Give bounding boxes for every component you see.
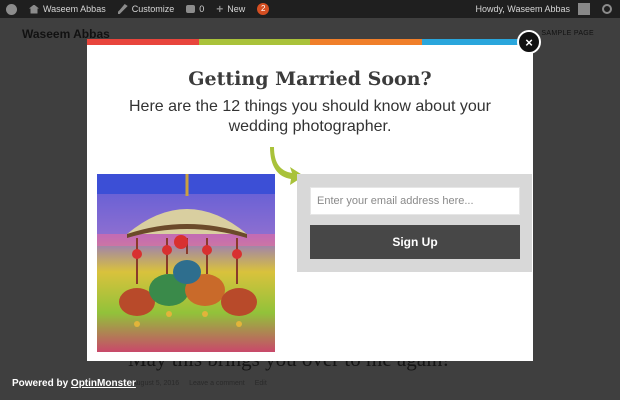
optin-form: Sign Up	[297, 174, 532, 272]
plus-icon: +	[216, 2, 224, 16]
updates-link[interactable]: 2	[251, 0, 275, 18]
wordpress-menu[interactable]	[0, 0, 23, 18]
search-icon[interactable]	[602, 4, 612, 14]
comments-count: 0	[199, 4, 205, 14]
updates-badge: 2	[257, 3, 270, 15]
elephant-hanging-photo	[97, 174, 275, 352]
color-stripe-bar	[87, 39, 533, 45]
home-icon	[29, 4, 39, 14]
site-name-label: Waseem Abbas	[43, 4, 106, 14]
sign-up-button[interactable]: Sign Up	[310, 225, 520, 259]
close-icon[interactable]: ×	[517, 30, 541, 54]
new-label: New	[227, 4, 246, 14]
nav-sample-page[interactable]: SAMPLE PAGE	[541, 30, 594, 37]
account-menu[interactable]: Howdy, Waseem Abbas	[469, 0, 596, 18]
new-content-menu[interactable]: + New	[210, 0, 251, 18]
email-input[interactable]	[310, 187, 520, 215]
stripe-red	[87, 39, 199, 45]
stripe-orange	[310, 39, 422, 45]
wordpress-logo-icon	[6, 3, 17, 15]
powered-by-prefix: Powered by	[12, 378, 69, 389]
customize-label: Customize	[131, 4, 175, 14]
comments-link[interactable]: 0	[180, 0, 210, 18]
popup-subheadline: Here are the 12 things you should know a…	[128, 98, 491, 135]
post-meta: August 5, 2016 Leave a comment Edit	[132, 380, 267, 387]
decoration-image	[97, 174, 275, 352]
powered-by: Powered by OptinMonster	[12, 378, 136, 389]
greeting-label: Howdy, Waseem Abbas	[475, 4, 570, 14]
optin-popup: Getting Married Soon? Here are the 12 th…	[87, 39, 533, 361]
site-name-menu[interactable]: Waseem Abbas	[23, 0, 112, 18]
admin-bar: Waseem Abbas Customize 0 + New 2 Howdy, …	[0, 0, 620, 18]
post-date[interactable]: August 5, 2016	[132, 380, 179, 387]
optinmonster-link[interactable]: OptinMonster	[71, 378, 136, 389]
stripe-green	[198, 39, 310, 45]
avatar	[578, 3, 590, 15]
paintbrush-icon	[117, 4, 128, 14]
leave-comment-link[interactable]: Leave a comment	[189, 380, 245, 387]
customize-link[interactable]: Customize	[112, 0, 181, 18]
popup-headline: Getting Married Soon?	[188, 68, 432, 90]
edit-link[interactable]: Edit	[255, 380, 267, 387]
comment-bubble-icon	[186, 5, 196, 13]
